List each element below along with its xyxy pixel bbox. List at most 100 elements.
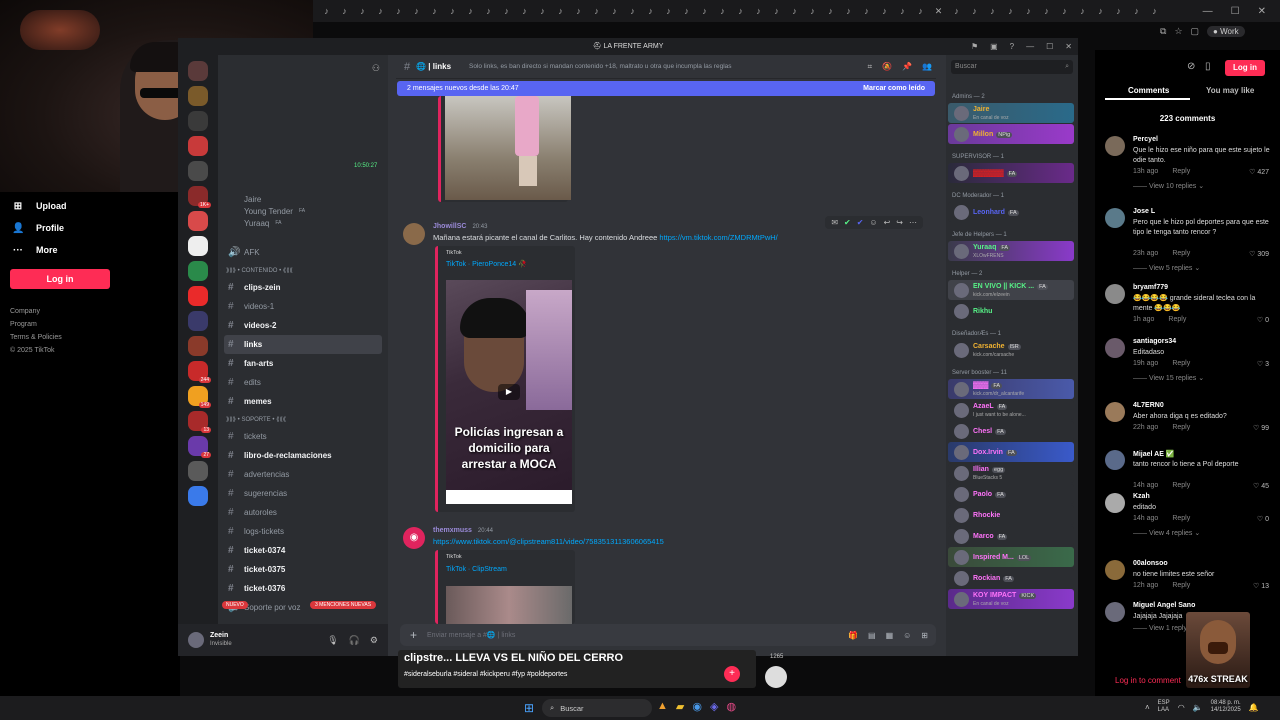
language-indicator[interactable]: ESP LAA <box>1158 700 1170 714</box>
voice-user[interactable]: Yuraaq FA <box>218 217 388 229</box>
browser-tab[interactable]: ♪ <box>805 4 820 18</box>
browser-tab[interactable]: ♪ <box>427 4 442 18</box>
view-replies-button[interactable]: —— View 15 replies ⌄ <box>1133 374 1204 382</box>
comment-author[interactable]: Percyel <box>1133 136 1158 143</box>
tiktok-profile-item[interactable]: 👤 Profile <box>0 217 180 239</box>
member-item[interactable]: Paolo FA <box>948 484 1074 504</box>
channel-category[interactable]: ⟫⟫⟫ • SOPORTE • ⟪⟪⟪ <box>218 411 388 427</box>
server-icon[interactable] <box>188 336 208 356</box>
browser-tab[interactable]: ♪ <box>481 4 496 18</box>
avatar[interactable] <box>1105 450 1125 470</box>
member-item[interactable]: Illian egg BlueStacks 5 <box>948 463 1074 483</box>
server-icon[interactable] <box>188 286 208 306</box>
member-item[interactable]: KOY IMPACT KICK En canal de voz <box>948 589 1074 609</box>
server-icon[interactable]: 13 <box>188 411 211 433</box>
browser-tab[interactable]: ♪ <box>679 4 694 18</box>
apps-icon[interactable]: ⊞ <box>921 631 928 640</box>
avatar[interactable] <box>1105 338 1125 358</box>
gif-icon[interactable]: ▤ <box>868 631 876 640</box>
browser-tab[interactable]: ♪ <box>751 4 766 18</box>
browser-tab[interactable]: ♪ <box>409 4 424 18</box>
browser-tab[interactable]: ♪ <box>1057 4 1072 18</box>
footer-program[interactable]: Program <box>0 318 180 331</box>
member-item[interactable]: Carsache ISR kick.com/carsache <box>948 340 1074 360</box>
server-icon[interactable] <box>188 161 208 181</box>
mic-icon[interactable]: 🎙 <box>327 635 338 646</box>
gear-icon[interactable]: ⚙ <box>370 635 378 646</box>
browser-tab[interactable]: ♪ <box>517 4 532 18</box>
nuevo-badge[interactable]: NUEVO <box>222 601 248 609</box>
video-thumbnail[interactable] <box>445 96 571 200</box>
avatar[interactable] <box>1105 136 1125 156</box>
channel-logs-tickets[interactable]: # logs-tickets <box>218 522 388 541</box>
bookmark-star-icon[interactable]: ☆ <box>1174 26 1182 37</box>
browser-tab[interactable]: ♪ <box>949 4 964 18</box>
like-button[interactable]: ♡ 0 <box>1257 316 1269 324</box>
browser-tab[interactable]: ♪ <box>787 4 802 18</box>
avatar[interactable] <box>188 632 204 648</box>
voice-user[interactable]: Young Tender FA <box>218 205 388 217</box>
footer-company[interactable]: Company <box>0 305 180 318</box>
embed-title[interactable]: TikTok · ClipStream <box>446 566 507 573</box>
browser-tab[interactable]: ♪ <box>643 4 658 18</box>
video-thumbnail[interactable]: ▶ Policías ingresan a domicilio para arr… <box>446 280 572 504</box>
check-icon[interactable]: ✔ <box>844 218 851 227</box>
like-button[interactable]: ♡ 13 <box>1253 582 1269 590</box>
chrome-icon[interactable]: ◉ <box>692 700 702 713</box>
app-icon[interactable]: ▲ <box>657 700 668 713</box>
header-login-button[interactable]: Log in <box>1225 60 1265 76</box>
channel-category[interactable]: ⟫⟫⟫ • CONTENIDO • ⟪⟪⟪ <box>218 262 388 278</box>
wifi-icon[interactable]: ◠ <box>1178 703 1185 712</box>
avatar[interactable] <box>1105 560 1125 580</box>
login-to-comment[interactable]: Log in to comment <box>1115 676 1181 685</box>
video-hashtags[interactable]: #sideralseburla #sideral #kickperu #fyp … <box>404 671 567 678</box>
server-icon[interactable] <box>188 236 208 256</box>
browser-tab[interactable]: ♪ <box>1021 4 1036 18</box>
browser-tab[interactable]: ♪ <box>1075 4 1090 18</box>
member-item[interactable]: Marco FA <box>948 526 1074 546</box>
maximize-button[interactable]: ☐ <box>1231 6 1240 17</box>
member-item[interactable]: Millon NPig <box>948 124 1074 144</box>
browser-tab[interactable]: ♪ <box>1003 4 1018 18</box>
reply-button[interactable]: Reply <box>1172 168 1190 175</box>
avatar[interactable] <box>1105 208 1125 228</box>
browser-tab[interactable]: ♪ <box>1093 4 1108 18</box>
browser-tab[interactable]: ♪ <box>553 4 568 18</box>
mute-icon[interactable]: 🔕 <box>882 62 892 72</box>
message-link[interactable]: https://vm.tiktok.com/ZMDRMtPwH/ <box>659 233 777 242</box>
new-messages-bar[interactable]: 2 mensajes nuevos desde las 20:47 Marcar… <box>397 81 935 96</box>
server-icon[interactable] <box>188 486 208 506</box>
forward-icon[interactable]: ↪ <box>896 218 903 227</box>
channel-clips-zein[interactable]: # clips-zein <box>218 278 388 297</box>
clock[interactable]: 08:48 p. m. 14/12/2025 <box>1211 700 1241 714</box>
play-icon[interactable]: ▶ <box>498 384 520 400</box>
message-input[interactable]: + Enviar mensaje a #🌐 | links 🎁 ▤ ▦ ☺ ⊞ <box>400 624 936 646</box>
browser-tab[interactable]: ♪ <box>319 4 334 18</box>
server-icon[interactable]: 1K+ <box>188 186 211 208</box>
close-button[interactable]: ✕ <box>1258 6 1266 17</box>
headphones-icon[interactable]: 🎧 <box>349 635 360 646</box>
view-replies-button[interactable]: —— View 5 replies ⌄ <box>1133 264 1200 272</box>
member-item[interactable]: Dox.Irvin FA <box>948 442 1074 462</box>
help-icon[interactable]: ? <box>1010 42 1014 51</box>
server-icon[interactable] <box>188 211 208 231</box>
cast-icon[interactable]: ⧉ <box>1160 26 1166 37</box>
reply-icon[interactable]: ↩ <box>884 218 891 227</box>
server-icon[interactable] <box>188 461 208 481</box>
footer-terms[interactable]: Terms & Policies <box>0 331 180 344</box>
screen-icon[interactable]: ▣ <box>990 42 998 51</box>
browser-tab[interactable]: ♪ <box>607 4 622 18</box>
server-icon[interactable]: 244 <box>188 361 211 383</box>
avatar[interactable] <box>1105 402 1125 422</box>
tab-you-may-like[interactable]: You may like <box>1206 86 1254 95</box>
member-item[interactable]: Rhockie <box>948 505 1074 525</box>
browser-tab[interactable]: ♪ <box>337 4 352 18</box>
channel-memes[interactable]: # memes <box>218 392 388 411</box>
browser-tab[interactable]: ♪ <box>733 4 748 18</box>
chevron-up-icon[interactable]: ˄ <box>1145 703 1150 712</box>
avatar[interactable] <box>1105 284 1125 304</box>
browser-tab[interactable]: ♪ <box>589 4 604 18</box>
browser-tab[interactable]: ♪ <box>355 4 370 18</box>
minimize-button[interactable]: — <box>1026 42 1034 51</box>
browser-tab[interactable]: ♪ <box>499 4 514 18</box>
